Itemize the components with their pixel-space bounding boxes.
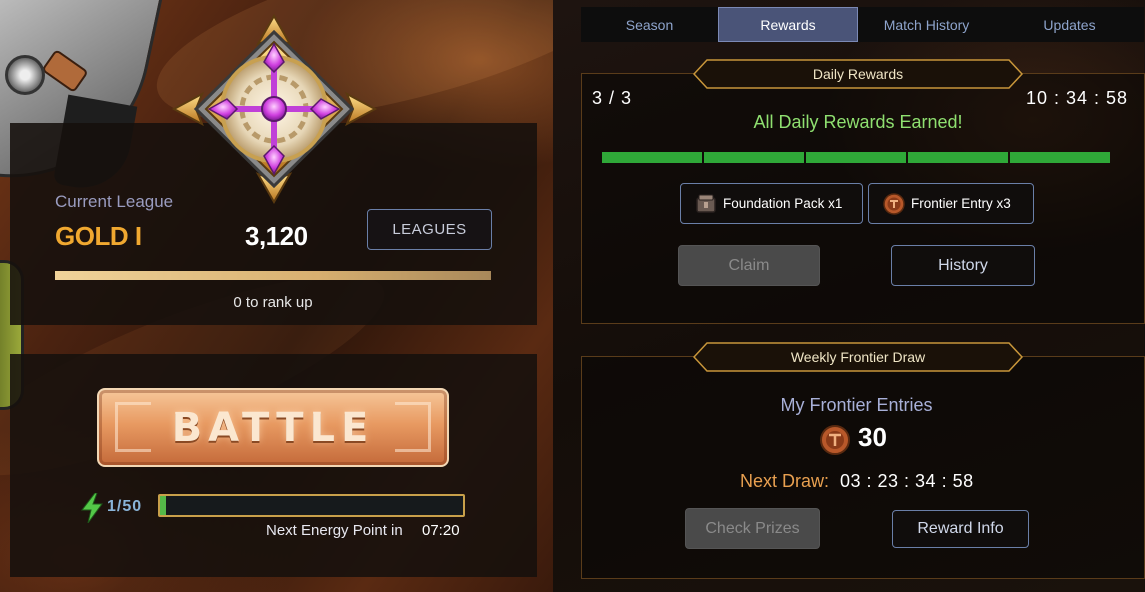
reward-chip-frontier-entry[interactable]: Frontier Entry x3 <box>868 183 1034 224</box>
daily-progress-segment <box>806 152 906 163</box>
battle-frame-left <box>115 402 151 452</box>
weekly-draw-section <box>581 356 1145 579</box>
league-tier: GOLD I <box>55 221 142 251</box>
daily-rewards-banner: Daily Rewards <box>693 59 1023 89</box>
frontier-entry-icon <box>820 425 850 455</box>
daily-rewards-title: Daily Rewards <box>812 66 904 82</box>
battle-button-label: BATTLE <box>171 404 375 451</box>
frontier-entries-count: 30 <box>858 422 887 452</box>
rank-progress-bar <box>55 271 491 280</box>
next-draw-time: 03 : 23 : 34 : 58 <box>840 471 974 491</box>
battle-frame-right <box>395 402 431 452</box>
current-league-label: Current League <box>55 192 174 211</box>
axe-bolt <box>5 55 45 95</box>
history-button[interactable]: History <box>891 245 1035 286</box>
weekly-draw-banner: Weekly Frontier Draw <box>693 342 1023 372</box>
claim-button[interactable]: Claim <box>678 245 820 286</box>
foundation-pack-icon <box>696 194 716 213</box>
next-energy-label: Next Energy Point in <box>266 522 403 539</box>
daily-progress-segment <box>908 152 1008 163</box>
gold-league-badge-icon <box>172 14 377 204</box>
energy-count: 1/50 <box>107 498 143 515</box>
reward-label: Frontier Entry x3 <box>911 196 1011 211</box>
energy-bolt-icon <box>80 493 103 523</box>
tab-bar: Season Rewards Match History Updates <box>581 7 1144 42</box>
tab-season[interactable]: Season <box>581 7 718 42</box>
tab-rewards[interactable]: Rewards <box>718 7 858 42</box>
tab-match-history[interactable]: Match History <box>858 7 995 42</box>
daily-status-text: All Daily Rewards Earned! <box>753 112 963 132</box>
reward-label: Foundation Pack x1 <box>723 196 843 211</box>
battle-button[interactable]: BATTLE <box>97 388 449 467</box>
energy-bar-fill <box>160 496 167 515</box>
energy-bar <box>158 494 465 517</box>
next-energy-time: 07:20 <box>422 522 460 539</box>
daily-timer: 10 : 34 : 58 <box>1026 88 1129 108</box>
daily-count: 3 / 3 <box>592 88 633 108</box>
next-draw-label: Next Draw: <box>740 471 830 491</box>
league-panel: Current League GOLD I 3,120 LEAGUES 0 to… <box>0 0 553 592</box>
daily-progress-segment <box>1010 152 1110 163</box>
league-points: 3,120 <box>245 221 308 251</box>
tab-updates[interactable]: Updates <box>995 7 1144 42</box>
daily-rewards-section <box>581 73 1145 324</box>
frontier-entries-label: My Frontier Entries <box>780 395 933 415</box>
frontier-entry-icon <box>883 192 905 215</box>
daily-progress-segment <box>704 152 804 163</box>
daily-progress-segment <box>602 152 702 163</box>
leagues-button[interactable]: LEAGUES <box>367 209 492 250</box>
rank-up-text: 0 to rank up <box>233 294 313 311</box>
reward-chip-foundation-pack[interactable]: Foundation Pack x1 <box>680 183 863 224</box>
weekly-draw-title: Weekly Frontier Draw <box>790 349 926 365</box>
check-prizes-button[interactable]: Check Prizes <box>685 508 820 549</box>
reward-info-button[interactable]: Reward Info <box>892 510 1029 548</box>
